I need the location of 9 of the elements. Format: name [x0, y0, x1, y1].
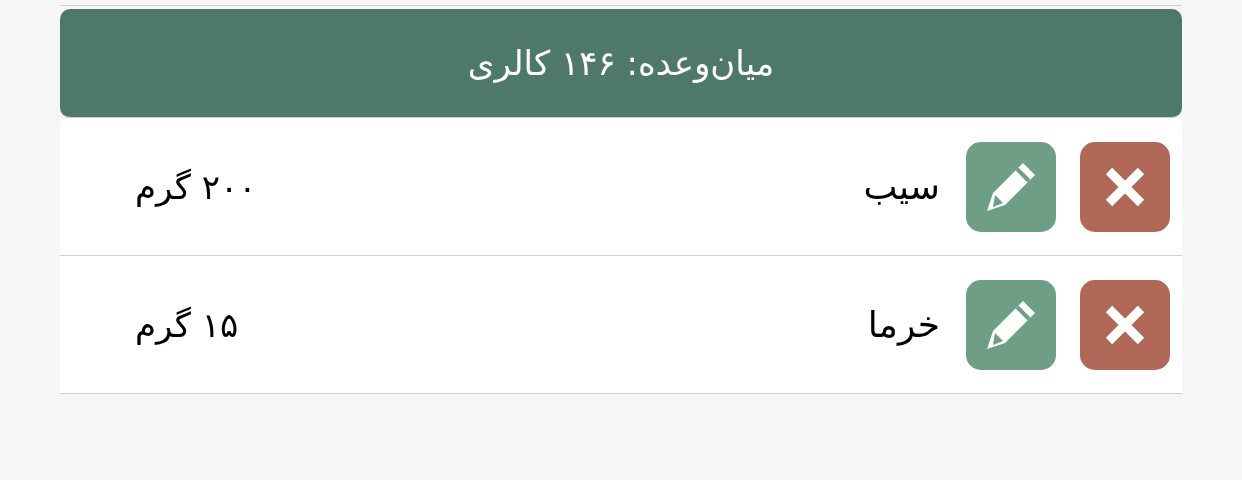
food-name: سیب: [862, 166, 940, 207]
meal-title: میان‌وعده: ۱۴۶ کالری: [467, 43, 775, 83]
delete-button[interactable]: [1080, 141, 1170, 232]
food-amount: ۱۵ گرم: [135, 304, 239, 345]
edit-button[interactable]: [966, 141, 1056, 232]
edit-button[interactable]: [966, 279, 1056, 370]
food-name: خرما: [866, 304, 940, 345]
delete-button[interactable]: [1080, 279, 1170, 370]
food-amount: ۲۰۰ گرم: [135, 166, 257, 207]
